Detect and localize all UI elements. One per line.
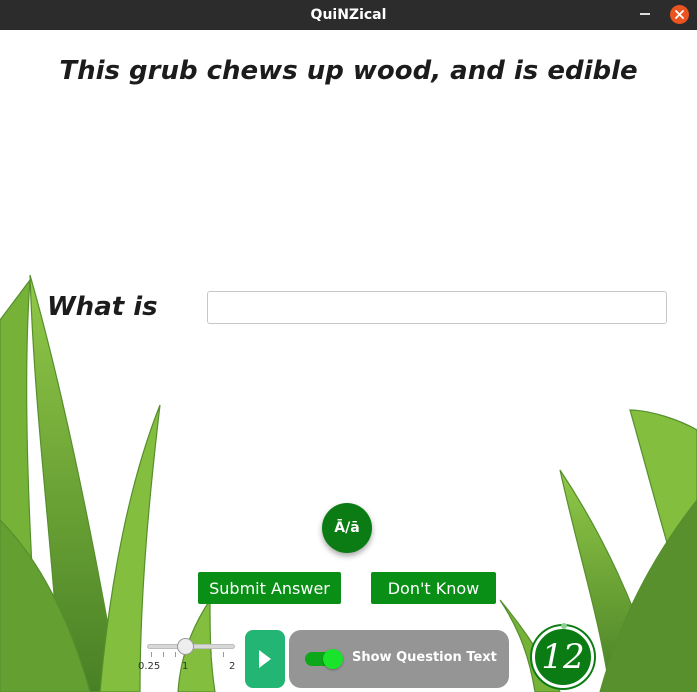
macron-button[interactable]: Ā/ā xyxy=(322,503,372,553)
dont-know-button[interactable]: Don't Know xyxy=(371,572,496,604)
slider-min-label: 0.25 xyxy=(138,661,161,672)
toggle-label: Show Question Text xyxy=(352,650,497,665)
question-text-toggle-panel: Show Question Text xyxy=(289,630,509,688)
fern-background-image xyxy=(0,274,697,692)
answer-prompt-label: What is xyxy=(47,292,158,322)
timer-progress-dot xyxy=(561,623,567,629)
countdown-timer: 12 xyxy=(532,623,594,688)
timer-value: 12 xyxy=(541,637,585,677)
speed-slider[interactable]: 0.25 1 2 xyxy=(138,636,242,676)
slider-thumb[interactable] xyxy=(177,638,194,655)
play-icon xyxy=(259,650,271,668)
play-button[interactable] xyxy=(245,630,285,688)
toggle-knob[interactable] xyxy=(323,649,343,669)
slider-max-label: 2 xyxy=(229,661,236,672)
show-question-text-toggle[interactable] xyxy=(305,649,343,669)
submit-answer-button[interactable]: Submit Answer xyxy=(198,572,341,604)
slider-ticks xyxy=(151,652,233,657)
answer-input[interactable] xyxy=(207,291,667,324)
slider-mid-label: 1 xyxy=(182,661,189,672)
question-text: This grub chews up wood, and is edible xyxy=(59,56,638,86)
